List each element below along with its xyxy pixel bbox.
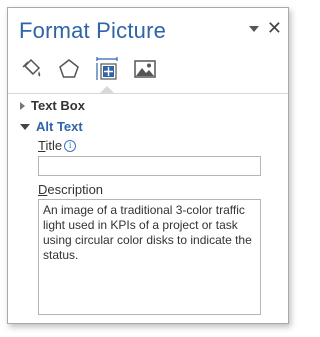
pane-tabs bbox=[14, 52, 162, 93]
title-label-text: itle bbox=[45, 138, 63, 153]
size-properties-icon bbox=[96, 57, 118, 80]
close-icon[interactable]: ✕ bbox=[267, 19, 282, 37]
tab-effects[interactable] bbox=[52, 52, 86, 86]
pentagon-icon bbox=[59, 59, 79, 78]
description-label-accesskey: D bbox=[38, 182, 48, 197]
section-text-box[interactable]: Text Box bbox=[20, 98, 85, 113]
expand-arrow-icon bbox=[20, 101, 25, 110]
picture-icon bbox=[134, 60, 156, 78]
description-label: Description bbox=[38, 182, 103, 197]
tab-size-properties[interactable] bbox=[90, 52, 124, 93]
description-label-text: escription bbox=[47, 182, 104, 197]
fill-bucket-icon bbox=[22, 58, 41, 77]
section-text-box-label: Text Box bbox=[31, 98, 85, 113]
title-input[interactable] bbox=[38, 156, 261, 176]
tab-fill-line[interactable] bbox=[14, 52, 48, 86]
dropdown-arrow-icon[interactable] bbox=[248, 26, 259, 32]
title-label: Title i bbox=[38, 138, 77, 153]
description-textarea[interactable]: An image of a traditional 3-color traffi… bbox=[38, 199, 261, 315]
tab-picture[interactable] bbox=[128, 52, 162, 86]
pane-controls: ✕ bbox=[248, 19, 282, 37]
section-alt-text-label: Alt Text bbox=[36, 119, 83, 134]
tabs-divider bbox=[8, 93, 288, 94]
section-alt-text[interactable]: Alt Text bbox=[20, 119, 83, 134]
info-icon[interactable]: i bbox=[64, 140, 77, 152]
format-picture-pane: Format Picture ✕ Text Box Alt Text Title… bbox=[7, 7, 289, 324]
pane-title: Format Picture bbox=[19, 18, 167, 43]
collapse-arrow-icon bbox=[20, 123, 30, 130]
